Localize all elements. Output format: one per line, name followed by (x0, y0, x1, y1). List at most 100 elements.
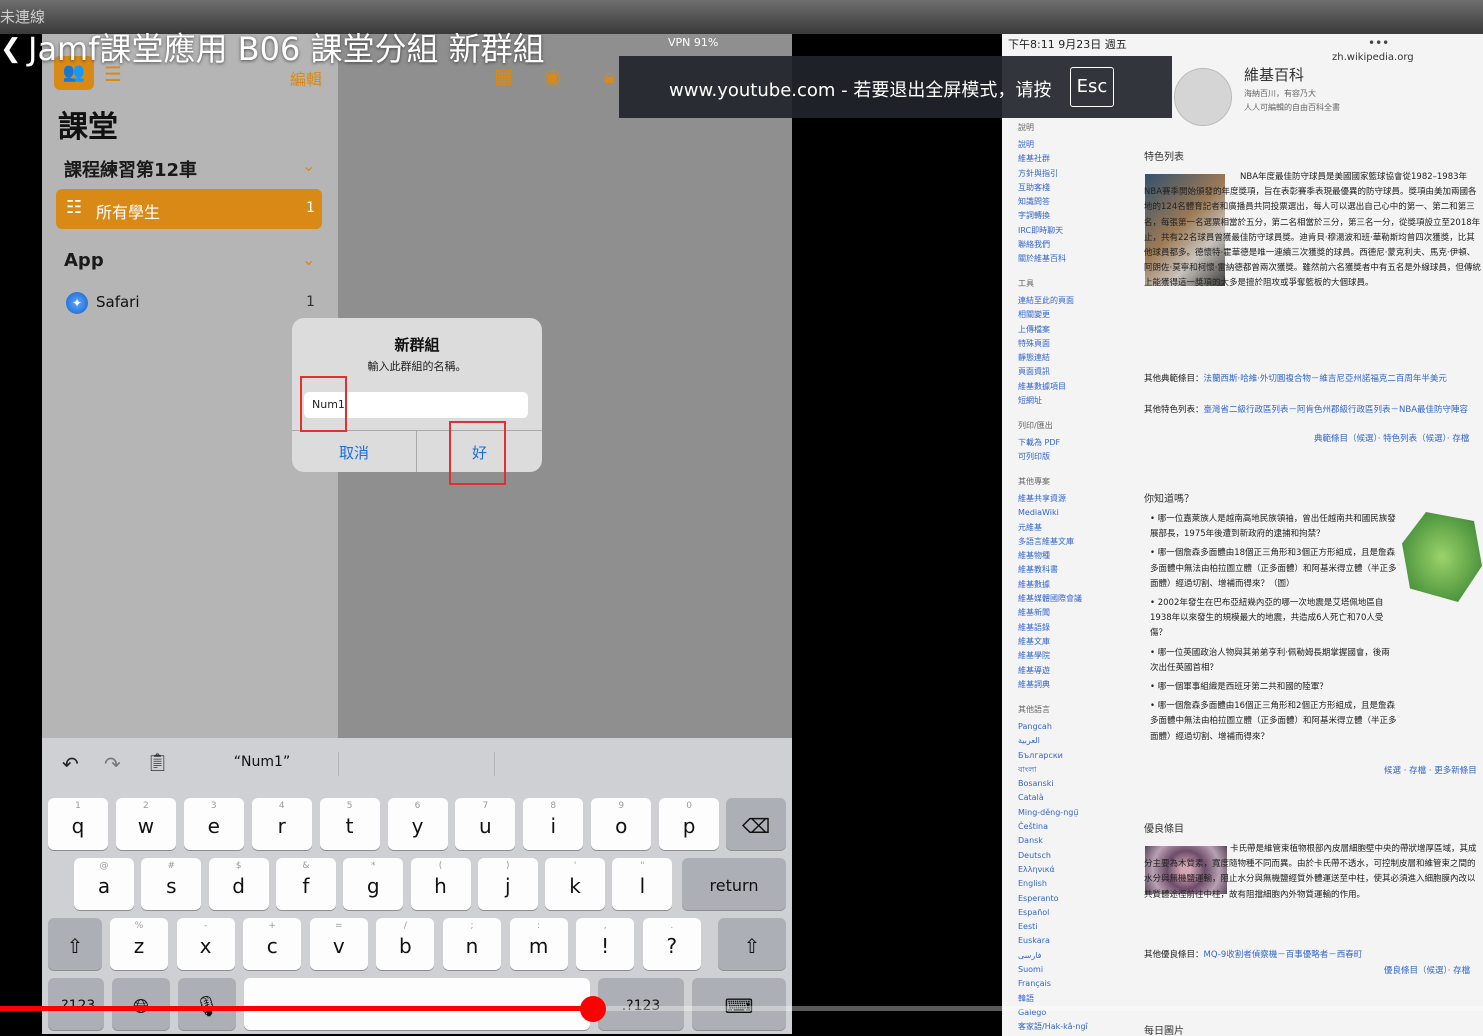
nav-link[interactable]: MediaWiki (1018, 506, 1082, 520)
key-j[interactable]: ) j (477, 858, 538, 910)
key-v[interactable]: = v (309, 918, 368, 970)
language-link[interactable]: Eesti (1018, 920, 1088, 934)
nav-link[interactable]: 說明 (1018, 138, 1066, 152)
key-y[interactable]: 6y (387, 798, 448, 850)
language-link[interactable]: Bosanski (1018, 777, 1088, 791)
key-f[interactable]: & f (275, 858, 336, 910)
key-e[interactable]: 3e (183, 798, 244, 850)
key-b[interactable]: / b (376, 918, 435, 970)
nav-link[interactable]: 維基共享資源 (1018, 492, 1082, 506)
language-link[interactable]: Български (1018, 749, 1088, 763)
nav-link[interactable]: IRC即時聊天 (1018, 224, 1066, 238)
nav-link[interactable]: 知識問答 (1018, 195, 1066, 209)
language-link[interactable]: Ελληνικά (1018, 863, 1088, 877)
key-h[interactable]: (h (410, 858, 471, 910)
cancel-button[interactable]: 取消 (292, 442, 416, 463)
link[interactable]: 臺灣省二級行政區列表－阿肯色州郡級行政區列表－NBA最佳防守陣容 (1204, 405, 1469, 415)
nav-link[interactable]: 下載為 PDF (1018, 436, 1060, 450)
language-link[interactable]: Dansk (1018, 834, 1088, 848)
key-t[interactable]: 5t (319, 798, 380, 850)
language-link[interactable]: فارسی (1018, 949, 1088, 963)
featured-footer[interactable]: 典範條目（候選）· 特色列表（候選）· 存檔 (1314, 432, 1483, 447)
chevron-left-icon[interactable]: ❮ (0, 34, 22, 64)
nav-link[interactable]: 靜態連結 (1018, 351, 1074, 365)
key-u[interactable]: 7u (455, 798, 516, 850)
language-link[interactable]: 客家語/Hak-kâ-ngî (1018, 1020, 1088, 1034)
dyk-footer[interactable]: 候選 · 存檔 · 更多新條目 (1384, 764, 1483, 779)
lock-icon[interactable]: 🔒︎ (604, 64, 615, 88)
key-r[interactable]: 4r (251, 798, 312, 850)
url-bar[interactable]: zh.wikipedia.org (1332, 52, 1414, 63)
key-p[interactable]: 0p (659, 798, 720, 850)
link[interactable]: MQ-9收割者偵察機－百事優略者－西春町 (1204, 950, 1363, 960)
nav-link[interactable]: 維基數據 (1018, 578, 1082, 592)
nav-link[interactable]: 維基社群 (1018, 152, 1066, 166)
nav-link[interactable]: 維基教科書 (1018, 563, 1082, 577)
nav-link[interactable]: 維基媒體國際會議 (1018, 592, 1082, 606)
language-link[interactable]: Pangcah (1018, 720, 1088, 734)
nav-link[interactable]: 維基語錄 (1018, 621, 1082, 635)
language-link[interactable]: Català (1018, 791, 1088, 805)
nav-link[interactable]: 多語言維基文庫 (1018, 535, 1082, 549)
language-link[interactable]: Euskara (1018, 934, 1088, 948)
microphone-icon[interactable]: 🎙︎ (178, 978, 236, 1030)
key-o[interactable]: 9o (591, 798, 652, 850)
key-n[interactable]: ; n (443, 918, 501, 970)
autocorrect-suggestion[interactable]: “Num1” (192, 754, 332, 770)
progress-scrubber[interactable] (580, 996, 607, 1022)
nav-link[interactable]: 相關變更 (1018, 308, 1074, 322)
nav-link[interactable]: 短網址 (1018, 394, 1074, 408)
nav-link[interactable]: 特殊頁面 (1018, 337, 1074, 351)
keyboard-dismiss-icon[interactable]: ⌨ (692, 978, 786, 1030)
nav-link[interactable]: 關於維基百科 (1018, 252, 1066, 266)
nav-link[interactable]: 維基物種 (1018, 549, 1082, 563)
nav-link[interactable]: 元維基 (1018, 521, 1082, 535)
undo-icon[interactable]: ↶ (62, 752, 79, 776)
language-link[interactable]: 韓語 (1018, 992, 1088, 1006)
nav-link[interactable]: 維基導遊 (1018, 664, 1082, 678)
shift-key[interactable]: ⇧ (48, 918, 102, 970)
language-link[interactable]: বাংলা (1018, 763, 1088, 777)
language-link[interactable]: Čeština (1018, 820, 1088, 834)
chevron-down-icon[interactable]: ⌄ (302, 250, 315, 269)
nav-link[interactable]: 連結至此的頁面 (1018, 294, 1074, 308)
key-a[interactable]: @ a (74, 858, 134, 910)
numbers-key[interactable]: .?123 (48, 978, 104, 1030)
globe-icon[interactable]: 🌐︎ (112, 978, 170, 1030)
more-dots-icon[interactable]: ••• (1368, 36, 1389, 50)
key-q[interactable]: 1q (48, 798, 108, 850)
nav-link[interactable]: 維基新聞 (1018, 606, 1082, 620)
key-l[interactable]: " l (612, 858, 673, 910)
key-g[interactable]: * g (343, 858, 404, 910)
delete-key[interactable]: ⌫ (726, 798, 786, 850)
link[interactable]: 法蘭西斯·哈維·外切圓複合物－維吉尼亞州諾福克二百周年半美元 (1204, 374, 1447, 384)
nav-link[interactable]: 維基數據項目 (1018, 380, 1074, 394)
paste-icon[interactable]: 📋︎ (146, 752, 169, 773)
polyhedron-image[interactable] (1402, 512, 1482, 602)
key-m[interactable]: :m (509, 918, 568, 970)
key-z[interactable]: % z (110, 918, 168, 970)
language-link[interactable]: Español (1018, 906, 1088, 920)
nav-link[interactable]: 維基文庫 (1018, 635, 1082, 649)
key-i[interactable]: 8i (523, 798, 584, 850)
nav-link[interactable]: 互助客棧 (1018, 181, 1066, 195)
key-![interactable]: ,! (576, 918, 635, 970)
key-x[interactable]: -x (176, 918, 235, 970)
key-c[interactable]: + c (243, 918, 302, 970)
chevron-down-icon[interactable]: ⌄ (302, 156, 315, 175)
key-d[interactable]: $ d (208, 858, 269, 910)
language-link[interactable]: English (1018, 877, 1088, 891)
return-key[interactable]: return (682, 858, 786, 910)
nav-link[interactable]: 聯絡我們 (1018, 238, 1066, 252)
class-section-header[interactable]: 課程練習第12車 (64, 156, 197, 182)
key-k[interactable]: ' k (545, 858, 606, 910)
redo-icon[interactable]: ↷ (104, 752, 121, 776)
app-section-header[interactable]: App (64, 250, 104, 271)
language-link[interactable]: Ming-dĕng-ngṳ̄ (1018, 806, 1088, 820)
eye-icon[interactable]: ◉ (544, 64, 561, 88)
language-link[interactable]: العربية (1018, 734, 1088, 748)
language-link[interactable]: Deutsch (1018, 849, 1088, 863)
shift-key[interactable]: ⇧ (718, 918, 786, 970)
nav-link[interactable]: 頁面資訊 (1018, 365, 1074, 379)
language-link[interactable]: Suomi (1018, 963, 1088, 977)
